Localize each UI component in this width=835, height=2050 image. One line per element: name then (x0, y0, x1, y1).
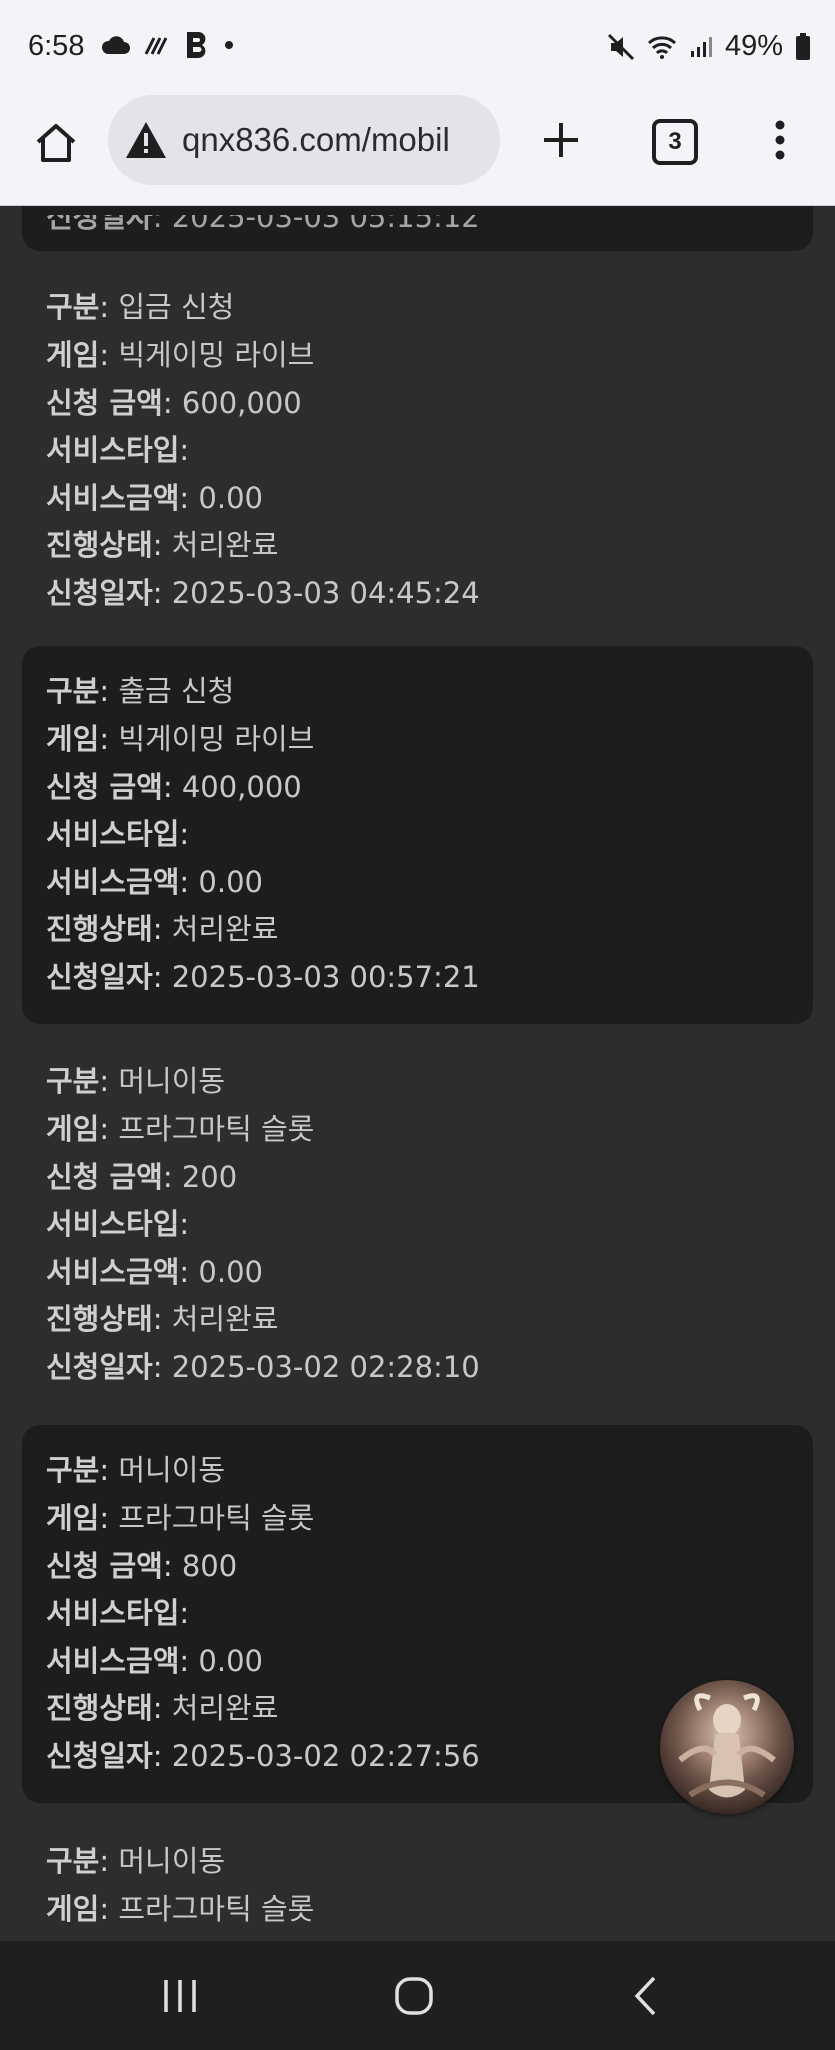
type-row: 구분: 머니이동 (46, 1453, 226, 1487)
new-tab-button[interactable] (536, 115, 586, 165)
service-amount-row: 서비스금액: 0.00 (46, 481, 263, 515)
service-type-row: 서비스타입: (46, 1596, 190, 1630)
home-button[interactable] (30, 117, 82, 169)
game-row: 게임: 프라그마틱 슬롯 (46, 1112, 315, 1146)
amount-row: 신청 금액: 400,000 (46, 770, 302, 804)
back-button[interactable] (630, 1973, 660, 2019)
game-row: 게임: 프라그마틱 슬롯 (46, 1892, 315, 1926)
game-row: 게임: 프라그마틱 슬롯 (46, 1501, 315, 1535)
system-navigation-bar (0, 1941, 835, 2050)
cell-signal-icon (690, 36, 712, 57)
floating-avatar-button[interactable] (660, 1680, 794, 1814)
clock: 6:58 (28, 30, 85, 62)
cloud-icon (101, 36, 130, 54)
history-card: 구분: 머니이동 게임: 프라그마틱 슬롯 신청 금액: 200 서비스타입: … (22, 1036, 813, 1406)
game-row: 게임: 빅게이밍 라이브 (46, 338, 315, 372)
wifi-icon (647, 35, 676, 59)
clipped-date-row: 신청일자: 2025-03-03 05:15:12 (46, 206, 480, 234)
address-bar[interactable]: qnx836.com/mobil (108, 95, 500, 185)
history-list: 신청일자: 2025-03-03 05:15:12 구분: 입금 신청 게임: … (0, 206, 835, 1941)
amount-row: 신청 금액: 200 (46, 1160, 238, 1194)
service-amount-row: 서비스금액: 0.00 (46, 1644, 263, 1678)
home-nav-button[interactable] (391, 1973, 437, 2019)
dot-icon (225, 41, 233, 49)
amount-row: 신청 금액: 600,000 (46, 386, 302, 420)
history-card-partial: 신청일자: 2025-03-03 05:15:12 (22, 206, 813, 251)
url-text[interactable]: qnx836.com/mobil (182, 121, 450, 159)
history-card: 구분: 머니이동 게임: 프라그마틱 슬롯 (22, 1816, 813, 1941)
signal-slash-icon (144, 37, 168, 55)
status-row: 진행상태: 처리완료 (46, 1302, 279, 1336)
service-type-row: 서비스타입: (46, 817, 190, 851)
character-portrait-icon (678, 1693, 776, 1798)
date-row: 신청일자: 2025-03-03 00:57:21 (46, 960, 480, 994)
amount-row: 신청 금액: 800 (46, 1549, 238, 1583)
date-row: 신청일자: 2025-03-02 02:28:10 (46, 1350, 480, 1384)
battery-icon (796, 32, 810, 60)
home-icon (36, 124, 76, 162)
history-card: 구분: 출금 신청 게임: 빅게이밍 라이브 신청 금액: 400,000 서비… (22, 646, 813, 1024)
warning-icon[interactable] (124, 118, 168, 162)
home-circle-icon (395, 1977, 433, 2015)
game-row: 게임: 빅게이밍 라이브 (46, 722, 315, 756)
battery-percent: 49% (724, 30, 783, 62)
system-icons: 49% (607, 30, 811, 63)
notification-icons (100, 30, 234, 60)
status-row: 진행상태: 처리완료 (46, 1691, 279, 1725)
service-type-row: 서비스타입: (46, 433, 190, 467)
type-row: 구분: 입금 신청 (46, 290, 235, 324)
more-vert-icon (775, 120, 785, 160)
status-bar: 6:58 49% (0, 0, 835, 95)
recent-apps-button[interactable] (160, 1973, 200, 2019)
recents-icon (164, 1980, 196, 2012)
status-row: 진행상태: 처리완료 (46, 912, 279, 946)
service-type-row: 서비스타입: (46, 1207, 190, 1241)
type-row: 구분: 출금 신청 (46, 674, 235, 708)
date-row: 신청일자: 2025-03-03 04:45:24 (46, 576, 480, 610)
service-amount-row: 서비스금액: 0.00 (46, 1255, 263, 1289)
type-row: 구분: 머니이동 (46, 1064, 226, 1098)
browser-toolbar: qnx836.com/mobil 3 (0, 95, 835, 206)
history-card: 구분: 입금 신청 게임: 빅게이밍 라이브 신청 금액: 600,000 서비… (22, 276, 813, 621)
type-row: 구분: 머니이동 (46, 1844, 226, 1878)
date-row: 신청일자: 2025-03-02 02:27:56 (46, 1739, 480, 1773)
plus-icon (544, 123, 578, 157)
menu-button[interactable] (770, 115, 790, 165)
service-amount-row: 서비스금액: 0.00 (46, 865, 263, 899)
tab-switcher-button[interactable]: 3 (652, 119, 698, 165)
mute-icon (607, 33, 635, 60)
chevron-left-icon (634, 1976, 656, 2016)
status-row: 진행상태: 처리완료 (46, 528, 279, 562)
b-app-icon (187, 32, 206, 59)
